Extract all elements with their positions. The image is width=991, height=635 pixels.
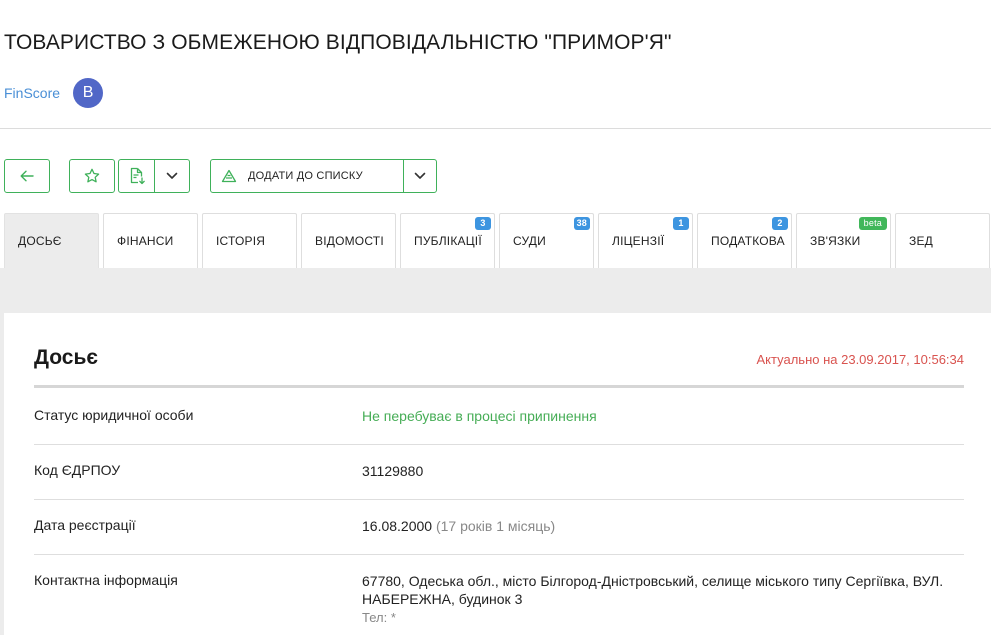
info-row-registration-date: Дата реєстрації 16.08.2000 (17 років 1 м… — [34, 500, 964, 555]
export-dropdown-button[interactable] — [154, 159, 190, 193]
tab-history[interactable]: ІСТОРІЯ — [202, 213, 297, 268]
info-row-contact: Контактна інформація 67780, Одеська обл.… — [34, 555, 964, 635]
section-title: Досьє — [34, 346, 98, 369]
add-to-list-dropdown-button[interactable] — [403, 159, 437, 193]
chevron-down-icon — [166, 172, 178, 180]
tab-records[interactable]: ВІДОМОСТІ — [301, 213, 396, 268]
count-badge: 38 — [573, 217, 590, 230]
arrow-left-icon — [20, 170, 34, 182]
status-value: Не перебуває в процесі припинення — [362, 408, 597, 424]
tab-finance[interactable]: ФІНАНСИ — [103, 213, 198, 268]
count-badge: 1 — [673, 217, 689, 230]
registration-date-value: 16.08.2000 (17 років 1 місяць) — [362, 517, 555, 535]
chevron-down-icon — [414, 172, 426, 180]
tab-label: ФІНАНСИ — [117, 234, 174, 248]
count-badge: 3 — [475, 217, 491, 230]
add-to-list-button[interactable]: ДОДАТИ ДО СПИСКУ — [210, 159, 404, 193]
file-download-icon — [128, 167, 146, 185]
count-badge: 2 — [772, 217, 788, 230]
tab-label: ЗВ'ЯЗКИ — [810, 234, 861, 248]
tab-label: ПУБЛІКАЦІЇ — [414, 234, 482, 248]
company-title: ТОВАРИСТВО З ОБМЕЖЕНОЮ ВІДПОВІДАЛЬНІСТЮ … — [4, 31, 672, 54]
star-icon — [84, 168, 100, 184]
tab-label: ПОДАТКОВА — [711, 234, 785, 248]
info-row-status: Статус юридичної особи Не перебуває в пр… — [34, 388, 964, 445]
info-label: Код ЄДРПОУ — [34, 462, 121, 478]
back-button[interactable] — [4, 159, 50, 193]
beta-badge: beta — [858, 217, 887, 230]
info-label: Контактна інформація — [34, 572, 178, 588]
tab-label: ДОСЬЄ — [18, 234, 62, 248]
export-button[interactable] — [118, 159, 155, 193]
registration-age: (17 років 1 місяць) — [435, 518, 556, 534]
phone-text: Тел: * — [362, 610, 396, 625]
edrpou-value: 31129880 — [362, 463, 424, 479]
updated-timestamp: Актуально на 23.09.2017, 10:56:34 — [756, 352, 964, 367]
tab-connections[interactable]: ЗВ'ЯЗКИ beta — [796, 213, 891, 268]
finscore-row: FinScore B — [4, 78, 104, 108]
tab-courts[interactable]: СУДИ 38 — [499, 213, 594, 268]
tab-foreign-trade[interactable]: ЗЕД — [895, 213, 990, 268]
finscore-grade-badge[interactable]: B — [73, 78, 104, 108]
header-divider — [0, 128, 991, 129]
toolbar: ДОДАТИ ДО СПИСКУ — [0, 159, 991, 193]
address-text: 67780, Одеська обл., місто Білгород-Дніс… — [362, 573, 944, 607]
info-row-edrpou: Код ЄДРПОУ 31129880 — [34, 445, 964, 500]
finscore-link[interactable]: FinScore — [4, 85, 60, 101]
registration-date: 16.08.2000 — [362, 518, 433, 534]
dossier-card: Досьє Актуально на 23.09.2017, 10:56:34 … — [4, 313, 991, 635]
tab-tax[interactable]: ПОДАТКОВА 2 — [697, 213, 792, 268]
tab-label: ВІДОМОСТІ — [315, 234, 384, 248]
add-to-list-label: ДОДАТИ ДО СПИСКУ — [248, 170, 363, 182]
info-label: Статус юридичної особи — [34, 407, 194, 423]
info-label: Дата реєстрації — [34, 517, 136, 533]
tab-label: ЛІЦЕНЗІЇ — [612, 234, 665, 248]
add-list-icon — [221, 169, 237, 183]
tab-label: ІСТОРІЯ — [216, 234, 266, 248]
tab-label: ЗЕД — [909, 234, 933, 248]
tab-licenses[interactable]: ЛІЦЕНЗІЇ 1 — [598, 213, 693, 268]
tab-publications[interactable]: ПУБЛІКАЦІЇ 3 — [400, 213, 495, 268]
tab-label: СУДИ — [513, 234, 546, 248]
favorite-button[interactable] — [69, 159, 115, 193]
contact-value: 67780, Одеська обл., місто Білгород-Дніс… — [362, 572, 962, 627]
tab-dossier[interactable]: ДОСЬЄ — [4, 213, 99, 268]
